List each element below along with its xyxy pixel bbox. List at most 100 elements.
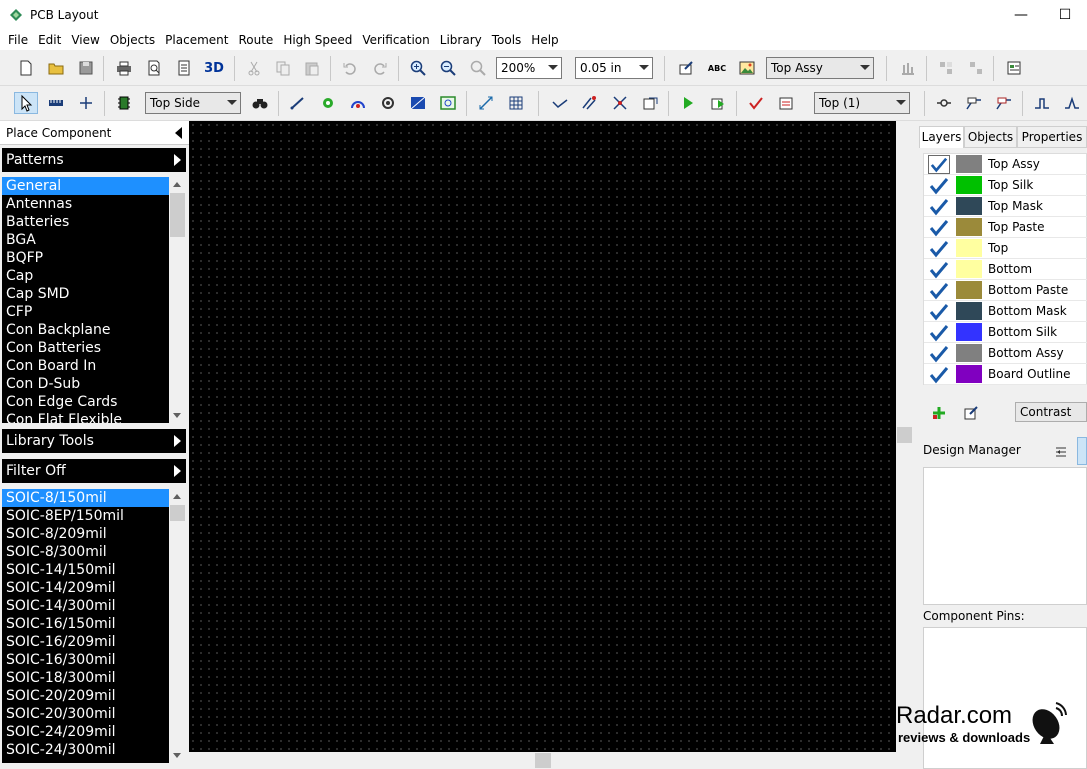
checkmark-icon[interactable] xyxy=(928,218,950,237)
components-scrollbar[interactable] xyxy=(169,489,186,763)
component-item[interactable]: SOIC-18/300mil xyxy=(2,669,169,687)
layer-settings-icon[interactable] xyxy=(963,405,979,421)
component-item[interactable]: SOIC-8/150mil xyxy=(2,489,169,507)
patterns-header[interactable]: Patterns xyxy=(2,148,186,172)
board-outline-icon[interactable] xyxy=(436,92,460,114)
component-item[interactable]: SOIC-24/300mil xyxy=(2,741,169,759)
checkmark-icon[interactable] xyxy=(928,323,950,342)
via-icon[interactable] xyxy=(316,92,340,114)
print-icon[interactable] xyxy=(112,57,136,79)
menu-help[interactable]: Help xyxy=(526,30,563,50)
layer-color-swatch[interactable] xyxy=(956,281,982,299)
menu-objects[interactable]: Objects xyxy=(105,30,160,50)
layer-row[interactable]: Top Paste xyxy=(924,217,1087,238)
pattern-item[interactable]: Cap SMD xyxy=(2,285,169,303)
crosshair-icon[interactable] xyxy=(74,92,98,114)
layer-row[interactable]: Top Assy xyxy=(924,154,1087,175)
pcb-canvas[interactable] xyxy=(189,121,896,752)
checkmark-icon[interactable] xyxy=(928,176,950,195)
pattern-item[interactable]: Con D-Sub xyxy=(2,375,169,393)
pattern-item[interactable]: Con Flat Flexible xyxy=(2,411,169,423)
component-item[interactable]: SOIC-14/300mil xyxy=(2,597,169,615)
cut-icon[interactable] xyxy=(242,57,266,79)
layer-row[interactable]: Top xyxy=(924,238,1087,259)
library-tools-header[interactable]: Library Tools xyxy=(2,429,186,453)
filter-header[interactable]: Filter Off xyxy=(2,459,186,483)
scroll-down-icon[interactable] xyxy=(173,413,181,418)
pattern-item[interactable]: Antennas xyxy=(2,195,169,213)
layer-row[interactable]: Top Silk xyxy=(924,175,1087,196)
minimize-button[interactable]: — xyxy=(999,0,1043,30)
swap-layer-icon[interactable] xyxy=(932,92,956,114)
checkmark-icon[interactable] xyxy=(928,365,950,384)
layer-row[interactable]: Bottom xyxy=(924,259,1087,280)
scroll-thumb[interactable] xyxy=(897,427,912,443)
scroll-down-icon[interactable] xyxy=(173,753,181,758)
drc-check-icon[interactable] xyxy=(744,92,768,114)
panel-scroll-indicator[interactable] xyxy=(1077,437,1087,465)
group-icon[interactable] xyxy=(934,57,958,79)
layer-color-swatch[interactable] xyxy=(956,344,982,362)
menu-verification[interactable]: Verification xyxy=(357,30,434,50)
component-item[interactable]: SOIC-8EP/150mil xyxy=(2,507,169,525)
component-item[interactable]: SOIC-20/300mil xyxy=(2,705,169,723)
checkmark-icon[interactable] xyxy=(928,302,950,321)
arc-icon[interactable] xyxy=(346,92,370,114)
zoom-select[interactable]: 200% xyxy=(496,57,562,79)
pattern-item[interactable]: Con Backplane xyxy=(2,321,169,339)
waveform-icon[interactable] xyxy=(1060,92,1084,114)
export-routes-icon[interactable] xyxy=(638,92,662,114)
checkmark-icon[interactable] xyxy=(928,344,950,363)
component-item[interactable]: SOIC-24/209mil xyxy=(2,723,169,741)
pattern-item[interactable]: Con Batteries xyxy=(2,339,169,357)
component-item[interactable]: SOIC-8/300mil xyxy=(2,543,169,561)
autoroute-icon[interactable] xyxy=(548,92,572,114)
pattern-item[interactable]: Con Edge Cards xyxy=(2,393,169,411)
layer-color-swatch[interactable] xyxy=(956,218,982,236)
measure-icon[interactable] xyxy=(44,92,68,114)
checkmark-icon[interactable] xyxy=(928,260,950,279)
component-item[interactable]: SOIC-14/209mil xyxy=(2,579,169,597)
maximize-button[interactable]: ☐ xyxy=(1043,0,1087,30)
checkmark-icon[interactable] xyxy=(928,239,950,258)
tab-layers[interactable]: Layers xyxy=(919,126,964,148)
print-preview-icon[interactable] xyxy=(142,57,166,79)
canvas-horizontal-scrollbar[interactable] xyxy=(189,752,896,769)
add-layer-icon[interactable] xyxy=(931,405,947,421)
copper-pour-icon[interactable] xyxy=(406,92,430,114)
menu-placement[interactable]: Placement xyxy=(160,30,233,50)
image-icon[interactable] xyxy=(735,57,759,79)
paste-icon[interactable] xyxy=(300,57,324,79)
pattern-item[interactable]: Con Board In xyxy=(2,357,169,375)
component-item[interactable]: SOIC-16/150mil xyxy=(2,615,169,633)
layer-color-swatch[interactable] xyxy=(956,155,982,173)
dimension-icon[interactable] xyxy=(474,92,498,114)
tab-objects[interactable]: Objects xyxy=(964,126,1017,148)
checkmark-icon[interactable] xyxy=(928,197,950,216)
side-select[interactable]: Top Side xyxy=(145,92,241,114)
menu-edit[interactable]: Edit xyxy=(33,30,66,50)
layer-row[interactable]: Board Outline xyxy=(924,364,1087,385)
menu-high-speed[interactable]: High Speed xyxy=(278,30,357,50)
patterns-scrollbar[interactable] xyxy=(169,177,186,423)
scroll-up-icon[interactable] xyxy=(173,494,181,499)
design-manager-box[interactable] xyxy=(923,467,1087,605)
pulse-icon[interactable] xyxy=(1030,92,1054,114)
pattern-item[interactable]: BGA xyxy=(2,231,169,249)
menu-library[interactable]: Library xyxy=(435,30,487,50)
copy-icon[interactable] xyxy=(271,57,295,79)
find-binoculars-icon[interactable] xyxy=(248,92,272,114)
scroll-thumb[interactable] xyxy=(170,193,185,237)
zoom-in-icon[interactable] xyxy=(406,57,430,79)
3d-view-button[interactable]: 3D xyxy=(202,57,226,79)
align-icon[interactable] xyxy=(896,57,920,79)
unroute-icon[interactable] xyxy=(608,92,632,114)
layer-row[interactable]: Bottom Paste xyxy=(924,280,1087,301)
pattern-item[interactable]: Batteries xyxy=(2,213,169,231)
collapse-left-icon[interactable] xyxy=(175,127,182,139)
component-icon[interactable] xyxy=(112,92,136,114)
design-manager-options-icon[interactable] xyxy=(1054,445,1068,459)
layer-color-swatch[interactable] xyxy=(956,302,982,320)
layer-color-swatch[interactable] xyxy=(956,176,982,194)
scroll-thumb[interactable] xyxy=(535,753,551,768)
